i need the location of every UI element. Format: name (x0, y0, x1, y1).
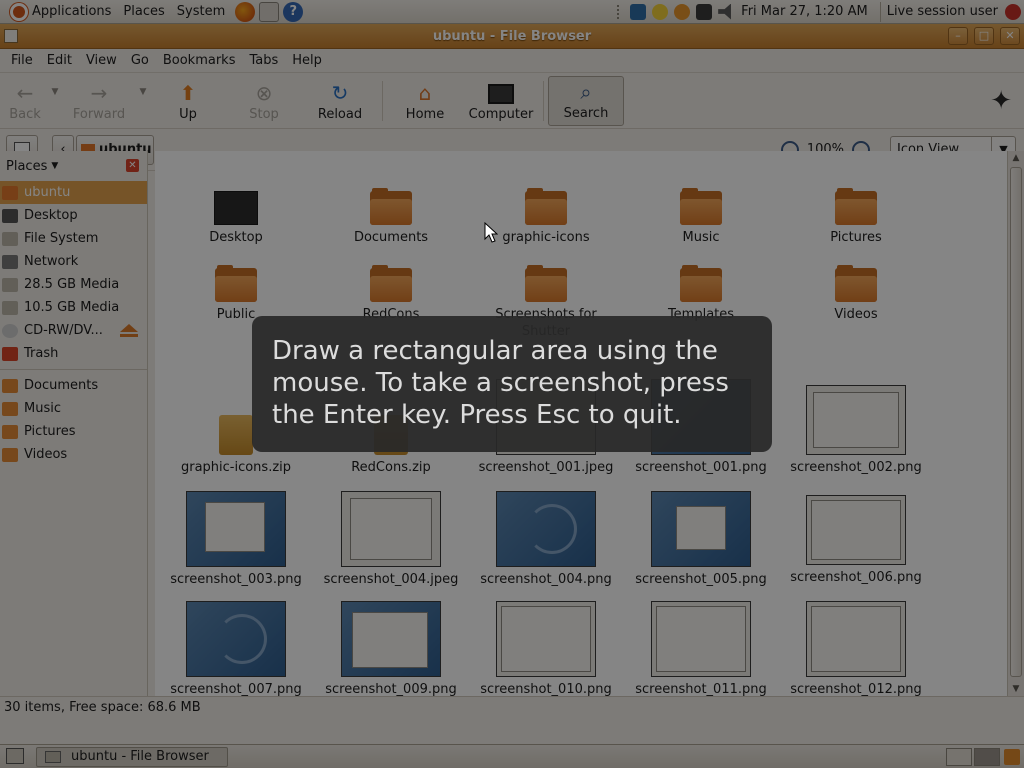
screenshot-instruction-hint: Draw a rectangular area using the mouse.… (252, 316, 772, 452)
hint-text: Draw a rectangular area using the mouse.… (272, 336, 729, 430)
